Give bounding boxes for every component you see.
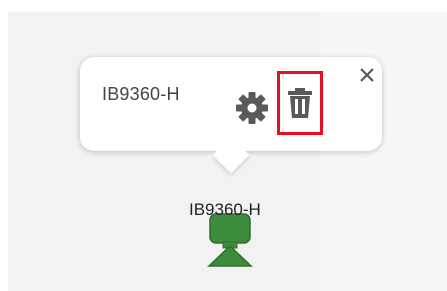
camera-device-icon [207,213,253,267]
device-label: IB9360-H [189,200,261,219]
delete-button[interactable] [277,71,323,135]
close-button[interactable] [356,64,378,86]
canvas-region [320,12,447,291]
close-icon [360,68,374,82]
trash-icon [288,88,312,118]
settings-button[interactable] [234,90,270,126]
popup-title: IB9360-H [102,84,180,104]
gear-icon [236,92,268,124]
device-marker[interactable] [207,212,253,268]
